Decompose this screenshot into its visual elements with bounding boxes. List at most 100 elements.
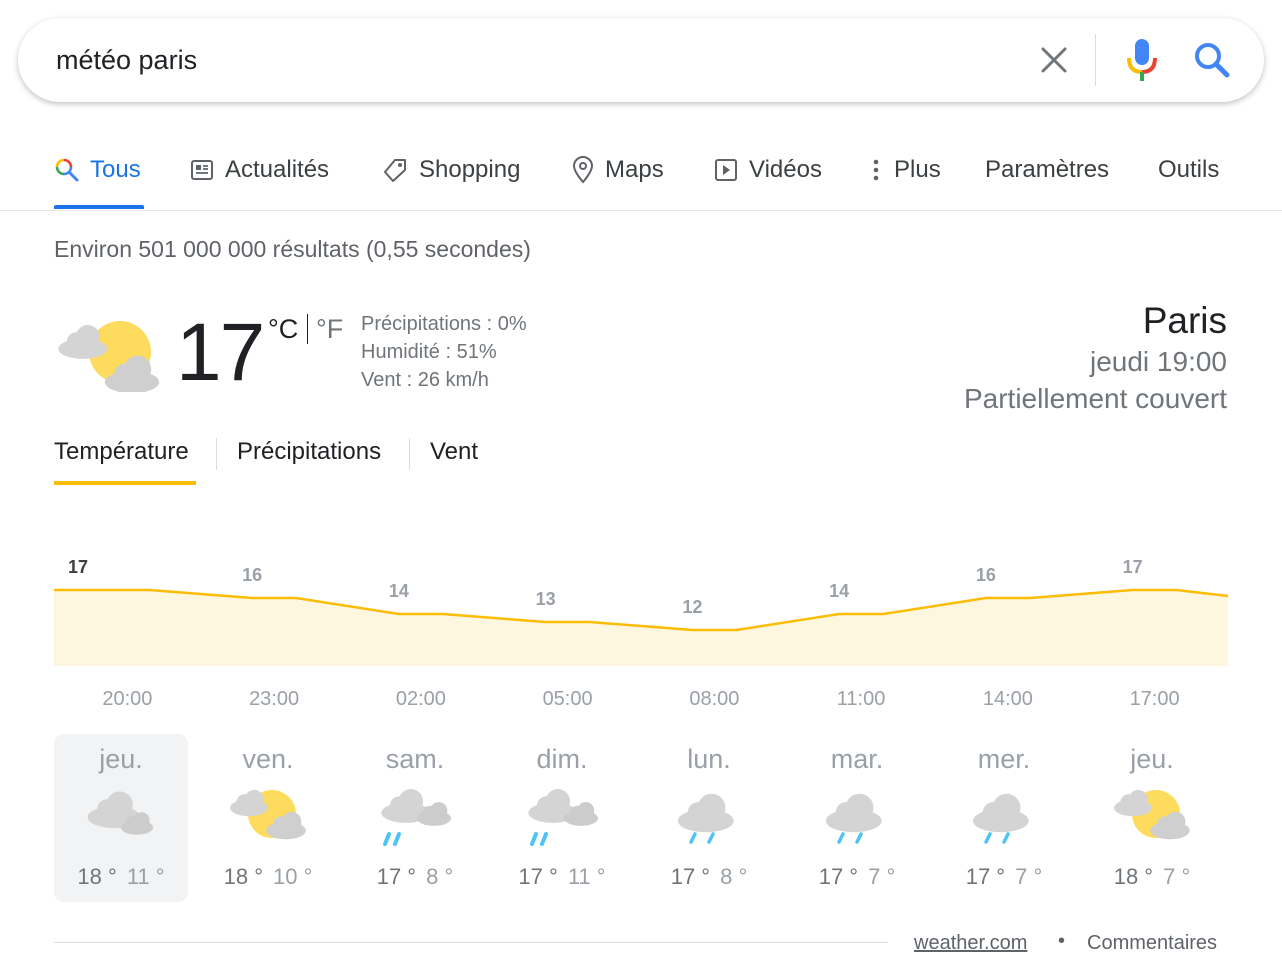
microphone-icon (1127, 39, 1157, 81)
unit-celsius[interactable]: °C (268, 314, 298, 345)
tab-label: Maps (605, 156, 664, 183)
tab-label: Actualités (225, 156, 330, 183)
temperature-data-label: 17 (68, 557, 88, 577)
play-icon (715, 159, 737, 181)
temperature-data-label: 14 (389, 581, 409, 601)
day-name: jeu. (99, 744, 143, 774)
footer-divider (54, 942, 888, 943)
tab-label: Outils (1158, 156, 1220, 183)
clear-search-button[interactable] (1034, 40, 1074, 80)
unit-fahrenheit[interactable]: °F (316, 314, 343, 345)
rain-showers-icon (381, 789, 452, 846)
tab-tools[interactable]: Outils (1158, 150, 1219, 190)
search-bar (18, 18, 1264, 102)
day-temperatures: 18 ° 11 ° (54, 864, 188, 890)
tab-label: Shopping (419, 156, 521, 183)
map-pin-icon (572, 156, 594, 184)
day-name: ven. (242, 744, 294, 774)
tab-shopping[interactable]: Shopping (381, 150, 520, 190)
day-forecast-card[interactable]: mer. 17 ° 7 ° (937, 734, 1071, 902)
day-low-temp: 11 ° (126, 864, 165, 889)
tab-label: Paramètres (985, 156, 1110, 183)
tab-settings[interactable]: Paramètres (985, 150, 1109, 190)
tab-maps[interactable]: Maps (571, 150, 664, 190)
day-name: sam. (385, 744, 445, 774)
day-high-temp: 17 ° (818, 864, 859, 889)
day-temperatures: 18 ° 10 ° (201, 864, 335, 890)
day-low-temp: 7 ° (1015, 864, 1043, 889)
search-button[interactable] (1190, 38, 1234, 82)
day-name: dim. (536, 744, 588, 774)
partly-cloudy-icon (230, 789, 306, 840)
weather-condition: Partiellement couvert (963, 383, 1227, 414)
temperature-data-label: 12 (682, 597, 702, 617)
partly-cloudy-icon (1114, 789, 1190, 840)
temperature-chart: 17 16 14 13 12 14 16 17 (54, 557, 1229, 666)
voice-search-button[interactable] (1122, 36, 1162, 84)
search-input[interactable] (56, 40, 1016, 80)
day-low-temp: 11 ° (567, 864, 606, 889)
hour-label: 23:00 (249, 688, 300, 710)
humidity-detail: Humidité : 51% (361, 341, 497, 363)
chart-tab-wind[interactable]: Vent (430, 438, 478, 466)
temperature-data-label: 14 (829, 581, 849, 601)
source-link[interactable]: weather.com (914, 932, 1027, 955)
chart-tab-precipitation[interactable]: Précipitations (237, 438, 381, 466)
day-forecast-card[interactable]: jeu. 18 ° 7 ° (1085, 734, 1219, 902)
day-forecast-card[interactable]: jeu. 18 ° 11 ° (54, 734, 188, 902)
day-high-temp: 18 ° (223, 864, 263, 889)
hour-label: 17:00 (1129, 688, 1180, 710)
chart-tab-temperature[interactable]: Température (54, 438, 189, 466)
active-chart-tab-indicator (54, 481, 196, 485)
day-low-temp: 10 ° (273, 864, 313, 889)
rain-icon (825, 793, 882, 844)
day-forecast-card[interactable]: sam. 17 ° 8 ° (348, 734, 482, 902)
tab-label: Plus (894, 156, 941, 183)
temperature-data-label: 16 (242, 565, 262, 585)
tab-more[interactable]: Plus (868, 150, 941, 190)
temperature-data-label: 17 (1123, 557, 1143, 577)
search-icon (1195, 43, 1230, 78)
day-temperatures: 17 ° 7 ° (790, 864, 924, 890)
day-name: mar. (830, 744, 884, 774)
hour-label: 20:00 (102, 688, 153, 710)
tab-videos[interactable]: Vidéos (713, 150, 822, 190)
weather-datetime: jeudi 19:00 (1089, 346, 1227, 377)
day-name: mer. (977, 744, 1031, 774)
tab-news[interactable]: Actualités (189, 150, 329, 190)
rain-icon (972, 793, 1029, 844)
temperature-area (54, 590, 1228, 666)
hour-label: 14:00 (982, 688, 1033, 710)
day-high-temp: 17 ° (518, 864, 558, 889)
day-low-temp: 7 ° (1163, 864, 1191, 889)
tabs-divider (0, 210, 1282, 211)
day-forecast-card[interactable]: lun. 17 ° 8 ° (642, 734, 776, 902)
tab-all[interactable]: Tous (54, 150, 141, 190)
day-temperatures: 17 ° 8 ° (348, 864, 482, 890)
partly-cloudy-icon (58, 321, 160, 392)
cloudy-icon (87, 791, 154, 835)
day-high-temp: 17 ° (670, 864, 711, 889)
rain-showers-icon (528, 789, 599, 846)
temperature-data-label: 13 (536, 589, 556, 609)
day-name: lun. (687, 744, 731, 774)
hour-label: 11:00 (836, 688, 886, 710)
day-name: jeu. (1130, 744, 1174, 774)
day-high-temp: 17 ° (965, 864, 1006, 889)
day-forecast-card[interactable]: mar. 17 ° 7 ° (790, 734, 924, 902)
day-forecast-card[interactable]: ven. 18 ° 10 ° (201, 734, 335, 902)
tag-icon (384, 159, 406, 182)
search-icon (55, 158, 79, 182)
active-tab-indicator (54, 205, 144, 209)
more-vertical-icon (873, 159, 879, 181)
close-icon (1041, 47, 1067, 73)
unit-separator (307, 314, 308, 344)
precipitation-detail: Précipitations : 0% (361, 313, 527, 335)
chart-tab-separator (409, 438, 410, 470)
day-forecast-card[interactable]: dim. 17 ° 11 ° (495, 734, 629, 902)
hour-label: 08:00 (689, 688, 740, 710)
day-temperatures: 17 ° 7 ° (937, 864, 1071, 890)
feedback-link[interactable]: Commentaires (1087, 932, 1217, 955)
chart-tab-separator (216, 438, 217, 470)
location-name: Paris (1142, 300, 1227, 341)
